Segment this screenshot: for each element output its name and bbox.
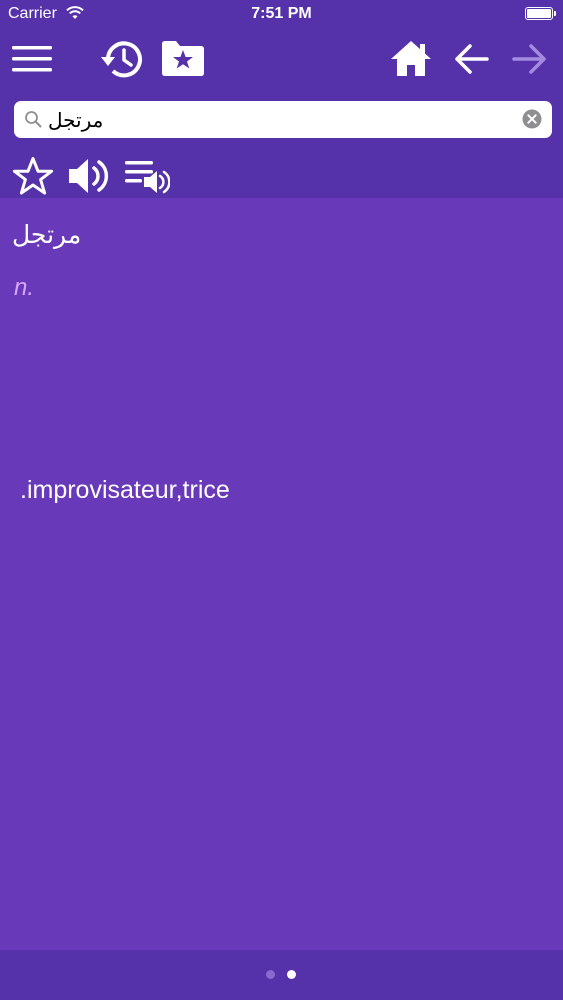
speaker-icon[interactable]	[68, 157, 110, 195]
clock: 7:51 PM	[251, 5, 312, 22]
headword: مرتجل	[12, 220, 82, 249]
star-icon[interactable]	[12, 156, 54, 196]
battery-icon	[525, 7, 556, 20]
definition-text: .improvisateur,trice	[20, 476, 230, 504]
favorites-folder-icon[interactable]	[162, 40, 204, 76]
back-arrow-icon[interactable]	[453, 43, 489, 75]
forward-arrow-icon[interactable]	[512, 43, 548, 75]
menu-icon[interactable]	[12, 44, 52, 74]
page-indicator-bar	[0, 950, 563, 1000]
search-input[interactable]	[48, 105, 528, 134]
search-field[interactable]	[14, 101, 552, 138]
home-icon[interactable]	[390, 39, 432, 77]
playlist-audio-icon[interactable]	[124, 159, 170, 195]
entry-content: مرتجل n. .improvisateur,trice	[0, 198, 563, 950]
page-dot-1[interactable]	[266, 970, 275, 979]
page-dot-2[interactable]	[287, 970, 296, 979]
search-icon	[25, 111, 42, 128]
clear-search-icon[interactable]	[522, 109, 542, 129]
status-bar: Carrier 7:51 PM	[0, 0, 563, 30]
toolbar	[0, 30, 563, 198]
history-icon[interactable]	[100, 39, 144, 79]
part-of-speech: n.	[14, 274, 35, 301]
